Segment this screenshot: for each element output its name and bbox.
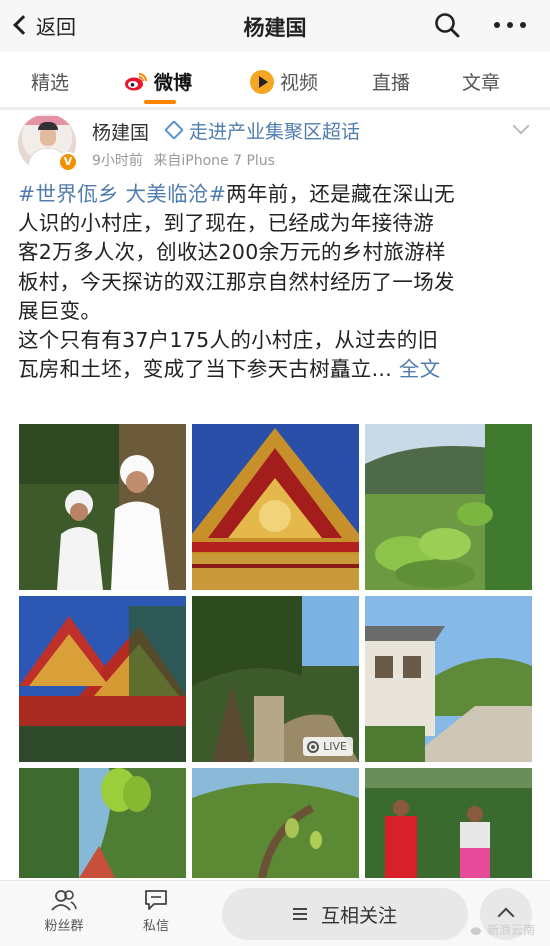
verified-badge-icon: V (58, 152, 78, 172)
video-play-icon (250, 69, 274, 94)
photo-5[interactable]: LIVE (192, 596, 359, 762)
chat-icon (145, 890, 167, 910)
message-label: 私信 (142, 919, 169, 934)
tab-label: 视频 (280, 72, 319, 94)
photo-8[interactable] (192, 768, 359, 878)
photo-4[interactable] (19, 596, 186, 762)
photo-6[interactable] (365, 596, 532, 762)
post-text-line: 板村，今天探访的双江那京自然村经历了一场发 (18, 269, 455, 294)
post-meta: 9小时前 来自iPhone 7 Plus (92, 150, 275, 170)
photo-village-house (365, 596, 532, 762)
post-source: 来自iPhone 7 Plus (153, 153, 275, 169)
mutual-follow-button[interactable]: 互相关注 (222, 888, 468, 940)
top-nav-bar: 返回 杨建国 (0, 0, 550, 52)
photo-bananas (19, 768, 186, 878)
author-name[interactable]: 杨建国 (92, 118, 149, 145)
post-time: 9小时前 (92, 153, 143, 169)
tab-live[interactable]: 直播 (372, 68, 410, 95)
full-text-link[interactable]: 全文 (399, 357, 441, 381)
fans-group-label: 粉丝群 (44, 919, 84, 934)
tab-label: 微博 (154, 72, 193, 94)
live-photo-icon (307, 740, 320, 753)
chevron-down-icon[interactable] (512, 117, 530, 135)
hashtag-link[interactable]: #世界佤乡 大美临沧# (18, 182, 226, 206)
group-icon (51, 890, 77, 911)
live-photo-badge: LIVE (303, 737, 353, 756)
super-topic-icon (164, 120, 184, 140)
message-button[interactable]: 私信 (126, 889, 186, 934)
more-icon[interactable] (494, 20, 526, 30)
tab-video[interactable]: 视频 (250, 68, 318, 95)
watermark-text: 新浪云南 (487, 923, 536, 937)
search-icon[interactable] (434, 12, 460, 38)
post-text-line: 这个只有有37户175人的小村庄，从过去的旧 (18, 328, 439, 353)
photo-garden-plants (365, 424, 532, 590)
post-text-line: 两年前，还是藏在深山无 (226, 182, 455, 206)
photo-women-in-white (19, 424, 186, 590)
post-text-line: 瓦房和土坯，变成了当下参天古树矗立... (18, 357, 393, 382)
profile-tabs: 精选 微博 视频 直播 文章 (0, 52, 550, 108)
photo-9[interactable] (365, 768, 532, 878)
menu-icon (292, 908, 307, 920)
post-body: #世界佤乡 大美临沧#两年前，还是藏在深山无 人识的小村庄，到了现在，已经成为年… (18, 180, 534, 384)
weibo-logo-icon (125, 72, 147, 90)
photo-7[interactable] (19, 768, 186, 878)
photo-golden-gable (192, 424, 359, 590)
page-title: 杨建国 (243, 16, 307, 40)
tab-weibo[interactable]: 微博 (124, 68, 192, 95)
post-text-line: 客2万多人次，创收达200余万元的乡村旅游样 (18, 240, 446, 265)
follow-label: 互相关注 (320, 904, 397, 927)
super-topic-link[interactable]: 走进产业集聚区超话 (189, 117, 360, 144)
tab-articles[interactable]: 文章 (462, 68, 500, 95)
tab-label: 精选 (31, 72, 70, 94)
tab-featured[interactable]: 精选 (31, 68, 69, 95)
bottom-action-bar: 粉丝群 私信 互相关注 (0, 880, 550, 946)
divider (0, 108, 550, 110)
weibo-watermark-icon (470, 926, 482, 935)
fans-group-button[interactable]: 粉丝群 (34, 889, 94, 934)
live-label: LIVE (323, 740, 347, 753)
post-text-line: 人识的小村庄，到了现在，已经成为年接待游 (18, 211, 434, 236)
photo-3[interactable] (365, 424, 532, 590)
photo-jackfruit-tree (192, 768, 359, 878)
photo-women-garden (365, 768, 532, 878)
photo-temple-roof (19, 596, 186, 762)
avatar-hair (38, 122, 58, 130)
watermark: 新浪云南 (470, 921, 535, 938)
photo-2[interactable] (192, 424, 359, 590)
tab-label: 文章 (462, 72, 501, 94)
tab-label: 直播 (372, 72, 411, 94)
post-text-line: 展巨变。 (18, 298, 102, 323)
active-tab-indicator (144, 100, 176, 104)
photo-1[interactable] (19, 424, 186, 590)
